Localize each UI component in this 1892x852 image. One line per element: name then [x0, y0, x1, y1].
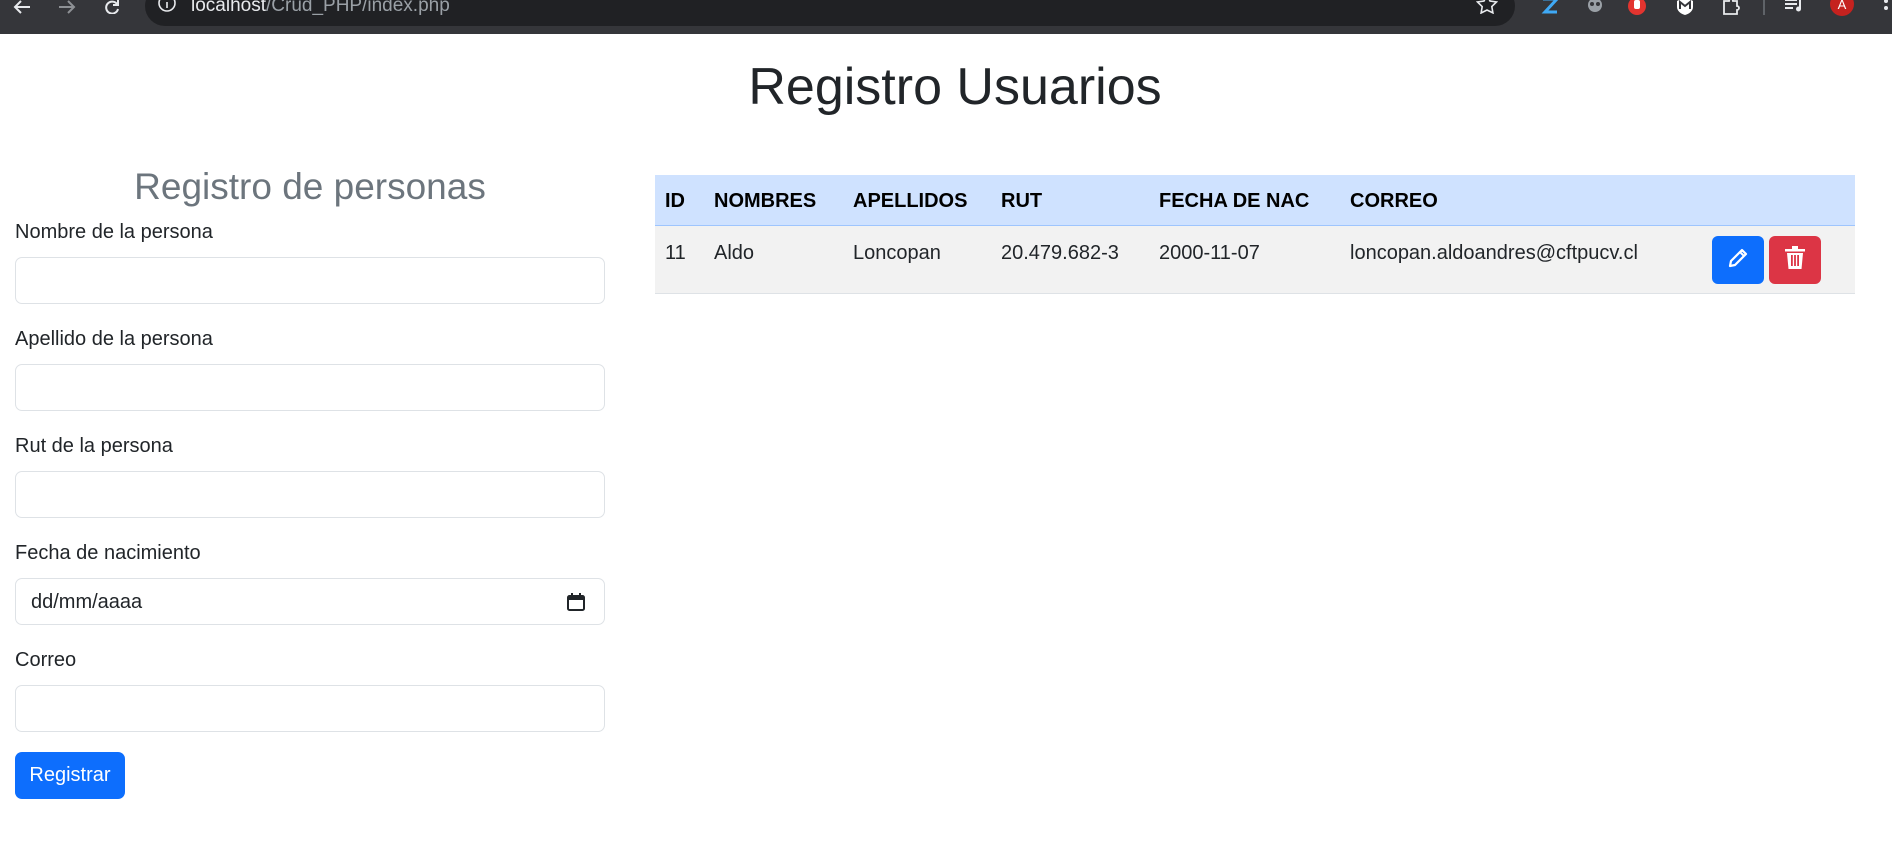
cell-id: 11 [665, 242, 686, 264]
correo-label: Correo [15, 649, 77, 671]
header-nombres: NOMBRES [714, 190, 817, 212]
cell-nombres: Aldo [714, 242, 755, 264]
rut-label: Rut de la persona [15, 435, 173, 457]
header-apellidos: APELLIDOS [853, 190, 968, 212]
url-host: localhost [191, 0, 266, 16]
trash-icon [1784, 245, 1806, 275]
header-correo: CORREO [1350, 190, 1438, 212]
registrar-button[interactable]: Registrar [15, 752, 125, 799]
owl-icon[interactable] [1585, 0, 1605, 15]
url-path: /Crud_PHP/index.php [266, 0, 450, 16]
delete-button[interactable] [1769, 236, 1821, 284]
media-queue-icon[interactable] [1784, 0, 1804, 15]
date-placeholder: dd/mm/aaaa [31, 591, 143, 613]
nombre-label: Nombre de la persona [15, 221, 213, 243]
correo-input[interactable] [15, 685, 605, 732]
calendar-icon[interactable] [566, 592, 586, 612]
cell-rut: 20.479.682-3 [1001, 242, 1119, 264]
avatar-letter: A [1837, 0, 1847, 12]
rut-input[interactable] [15, 471, 605, 518]
browser-toolbar: localhost/Crud_PHP/index.php A [0, 0, 1892, 34]
forward-button[interactable] [55, 0, 79, 14]
hand-stop-icon[interactable] [1627, 0, 1647, 15]
table-header-row: ID NOMBRES APELLIDOS RUT FECHA DE NAC CO… [655, 175, 1855, 226]
cell-fecha: 2000-11-07 [1159, 242, 1260, 264]
edit-button[interactable] [1712, 236, 1764, 284]
header-fecha: FECHA DE NAC [1159, 190, 1310, 212]
apellido-label: Apellido de la persona [15, 328, 213, 350]
reload-button[interactable] [100, 0, 124, 14]
toolbar-divider [1763, 0, 1765, 15]
back-button[interactable] [10, 0, 34, 14]
info-icon[interactable] [158, 0, 176, 14]
fecha-input[interactable]: dd/mm/aaaa [15, 578, 605, 625]
nombre-input[interactable] [15, 257, 605, 304]
fecha-label: Fecha de nacimiento [15, 542, 201, 564]
apellido-input[interactable] [15, 364, 605, 411]
header-id: ID [665, 190, 685, 212]
table-row: 11 Aldo Loncopan 20.479.682-3 2000-11-07… [655, 226, 1855, 294]
shield-m-icon[interactable] [1675, 0, 1695, 15]
registration-form: Registro de personas Nombre de la person… [15, 164, 605, 799]
pencil-icon [1726, 246, 1750, 275]
puzzle-icon[interactable] [1721, 0, 1741, 15]
profile-avatar[interactable]: A [1830, 0, 1854, 16]
kebab-menu-icon[interactable] [1880, 0, 1892, 14]
header-rut: RUT [1001, 190, 1043, 212]
form-title: Registro de personas [134, 166, 486, 207]
url-text[interactable]: localhost/Crud_PHP/index.php [191, 0, 450, 16]
star-icon[interactable] [1475, 0, 1499, 15]
cell-correo: loncopan.aldoandres@cftpucv.cl [1350, 242, 1638, 264]
page-title: Registro Usuarios [748, 58, 1162, 116]
cell-apellidos: Loncopan [853, 242, 941, 264]
zotero-icon[interactable] [1540, 0, 1560, 15]
